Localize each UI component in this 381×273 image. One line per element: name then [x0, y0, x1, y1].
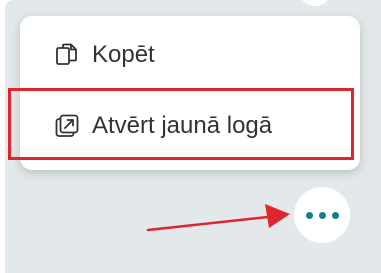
annotation-arrow	[146, 204, 290, 232]
menu-item-copy[interactable]: Kopēt	[20, 34, 360, 76]
screenshot-stage: Kopēt Atvērt jaunā logā	[0, 0, 381, 273]
copy-icon	[56, 43, 77, 65]
more-horizontal-icon-dot	[331, 211, 339, 219]
context-menu: Kopēt Atvērt jaunā logā	[20, 16, 360, 170]
more-options-button[interactable]	[294, 187, 350, 243]
menu-item-open-new-window[interactable]: Atvērt jaunā logā	[20, 104, 360, 148]
menu-item-open-new-window-label: Atvērt jaunā logā	[92, 112, 273, 139]
more-horizontal-icon	[305, 211, 313, 219]
more-horizontal-icon-dot	[318, 211, 326, 219]
menu-item-copy-label: Kopēt	[92, 41, 155, 68]
open-in-new-window-icon	[55, 114, 79, 137]
